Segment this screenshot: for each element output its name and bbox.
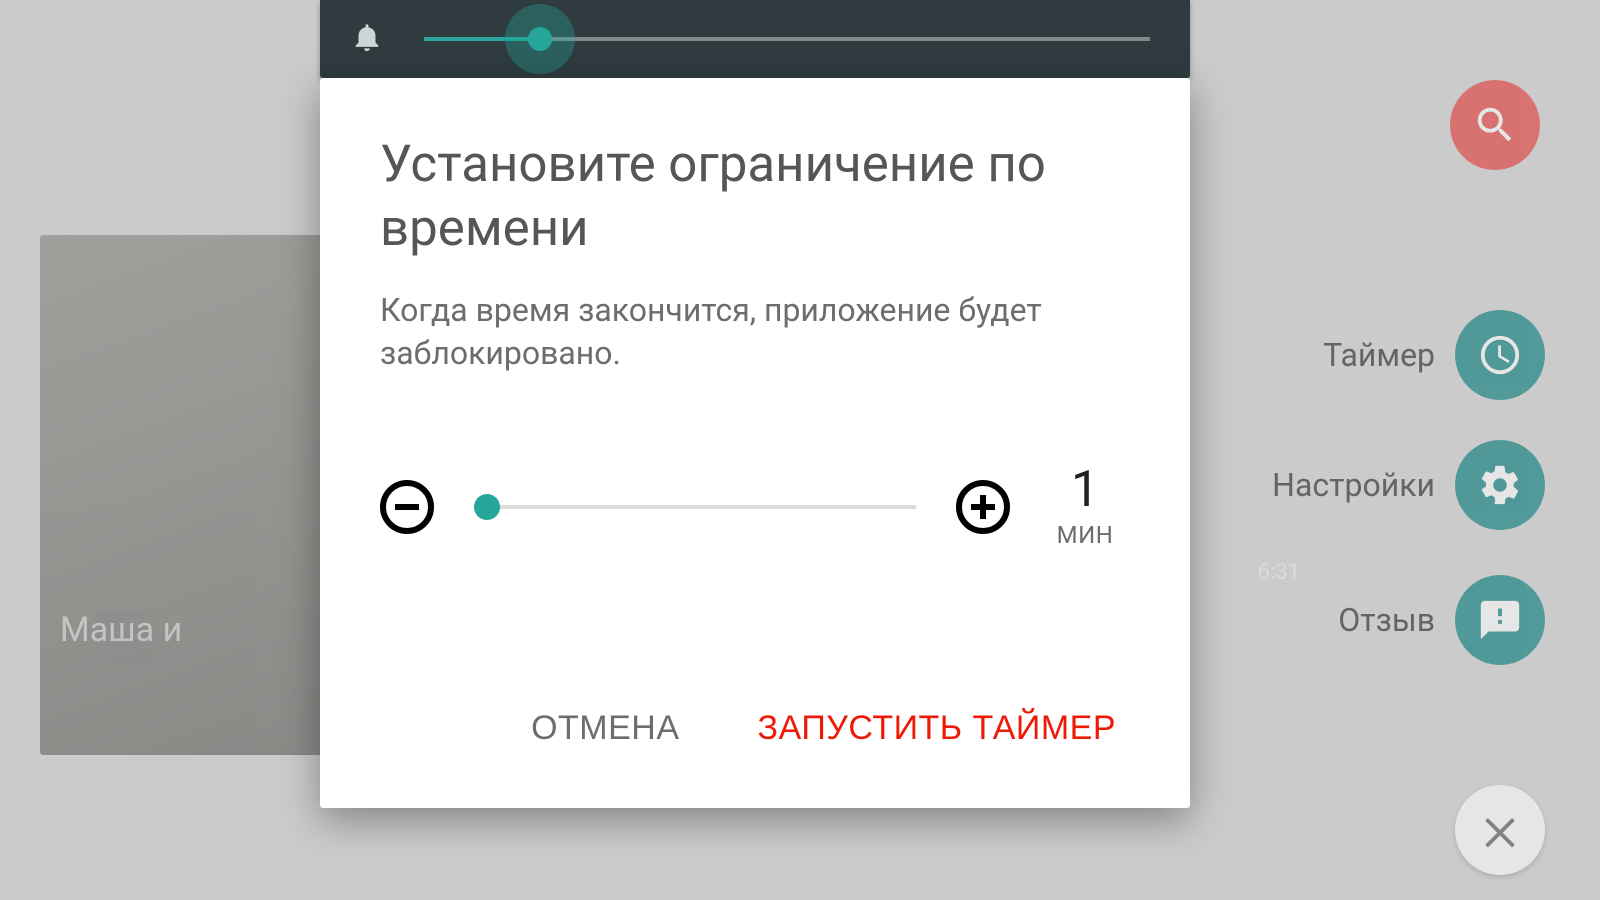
dialog-actions: ОТМЕНА ЗАПУСТИТЬ ТАЙМЕР (380, 659, 1130, 808)
time-value-number: 1 (1071, 465, 1099, 515)
decrease-button[interactable] (380, 480, 434, 534)
system-volume-bar (320, 0, 1190, 78)
time-slider-row: 1 МИН (380, 465, 1130, 549)
minus-icon (395, 504, 419, 510)
time-value: 1 МИН (1040, 465, 1130, 549)
volume-slider-thumb[interactable] (528, 27, 552, 51)
time-slider-thumb[interactable] (474, 494, 500, 520)
volume-slider[interactable] (424, 37, 1150, 41)
start-timer-button[interactable]: ЗАПУСТИТЬ ТАЙМЕР (754, 699, 1120, 758)
increase-button[interactable] (956, 480, 1010, 534)
cancel-button[interactable]: ОТМЕНА (527, 699, 683, 758)
bell-icon (350, 20, 384, 58)
time-limit-dialog: Установите ограничение по времени Когда … (320, 78, 1190, 808)
dialog-description: Когда время закончится, приложение будет… (380, 289, 1130, 375)
time-value-unit: МИН (1057, 521, 1114, 549)
dialog-title: Установите ограничение по времени (380, 133, 1130, 261)
plus-icon-v (980, 495, 986, 519)
time-slider[interactable] (474, 505, 916, 509)
